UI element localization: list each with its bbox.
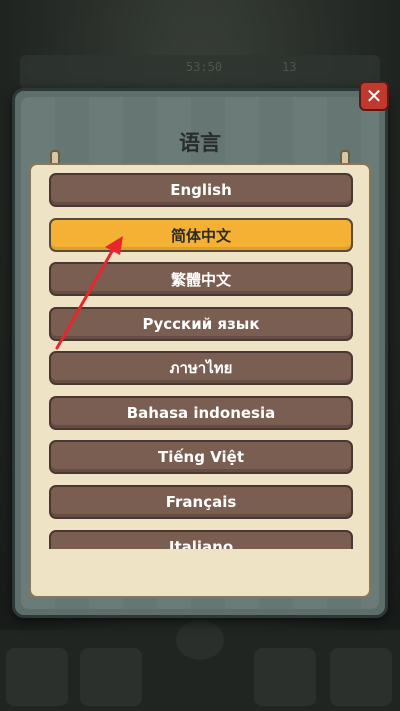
background-shop-slot [6,648,68,706]
language-option-thai[interactable]: ภาษาไทย [49,351,353,385]
background-card-slot [80,648,142,706]
close-icon: ✕ [365,84,383,108]
close-button[interactable]: ✕ [359,81,389,111]
language-option-russian[interactable]: Русский язык [49,307,353,341]
background-timer: 53:50 [186,60,223,74]
background-tool-icon [176,620,224,660]
background-lock-slot [330,648,392,706]
language-list[interactable]: English 简体中文 繁體中文 Русский язык ภาษาไทย B… [49,173,353,549]
language-option-italian[interactable]: Italiano [49,530,353,549]
language-scroll-panel: English 简体中文 繁體中文 Русский язык ภาษาไทย B… [29,163,371,598]
language-option-vietnamese[interactable]: Tiếng Việt [49,440,353,474]
game-screen: 53:50 13 语言 ✕ English 简体中文 繁體中文 Русский … [0,0,400,711]
dialog-title: 语言 [179,131,221,155]
language-option-french[interactable]: Français [49,485,353,519]
language-option-indonesian[interactable]: Bahasa indonesia [49,396,353,430]
language-option-simplified-chinese[interactable]: 简体中文 [49,218,353,252]
language-option-english[interactable]: English [49,173,353,207]
background-counter: 13 [282,60,297,74]
language-option-traditional-chinese[interactable]: 繁體中文 [49,262,353,296]
background-info-slot [254,648,316,706]
